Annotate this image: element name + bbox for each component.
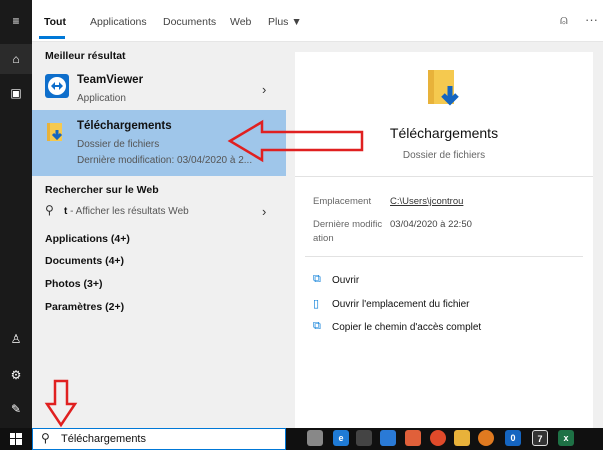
annotation-arrows xyxy=(44,119,364,428)
red-arrow-right xyxy=(227,119,364,163)
red-arrow-down xyxy=(44,379,78,428)
